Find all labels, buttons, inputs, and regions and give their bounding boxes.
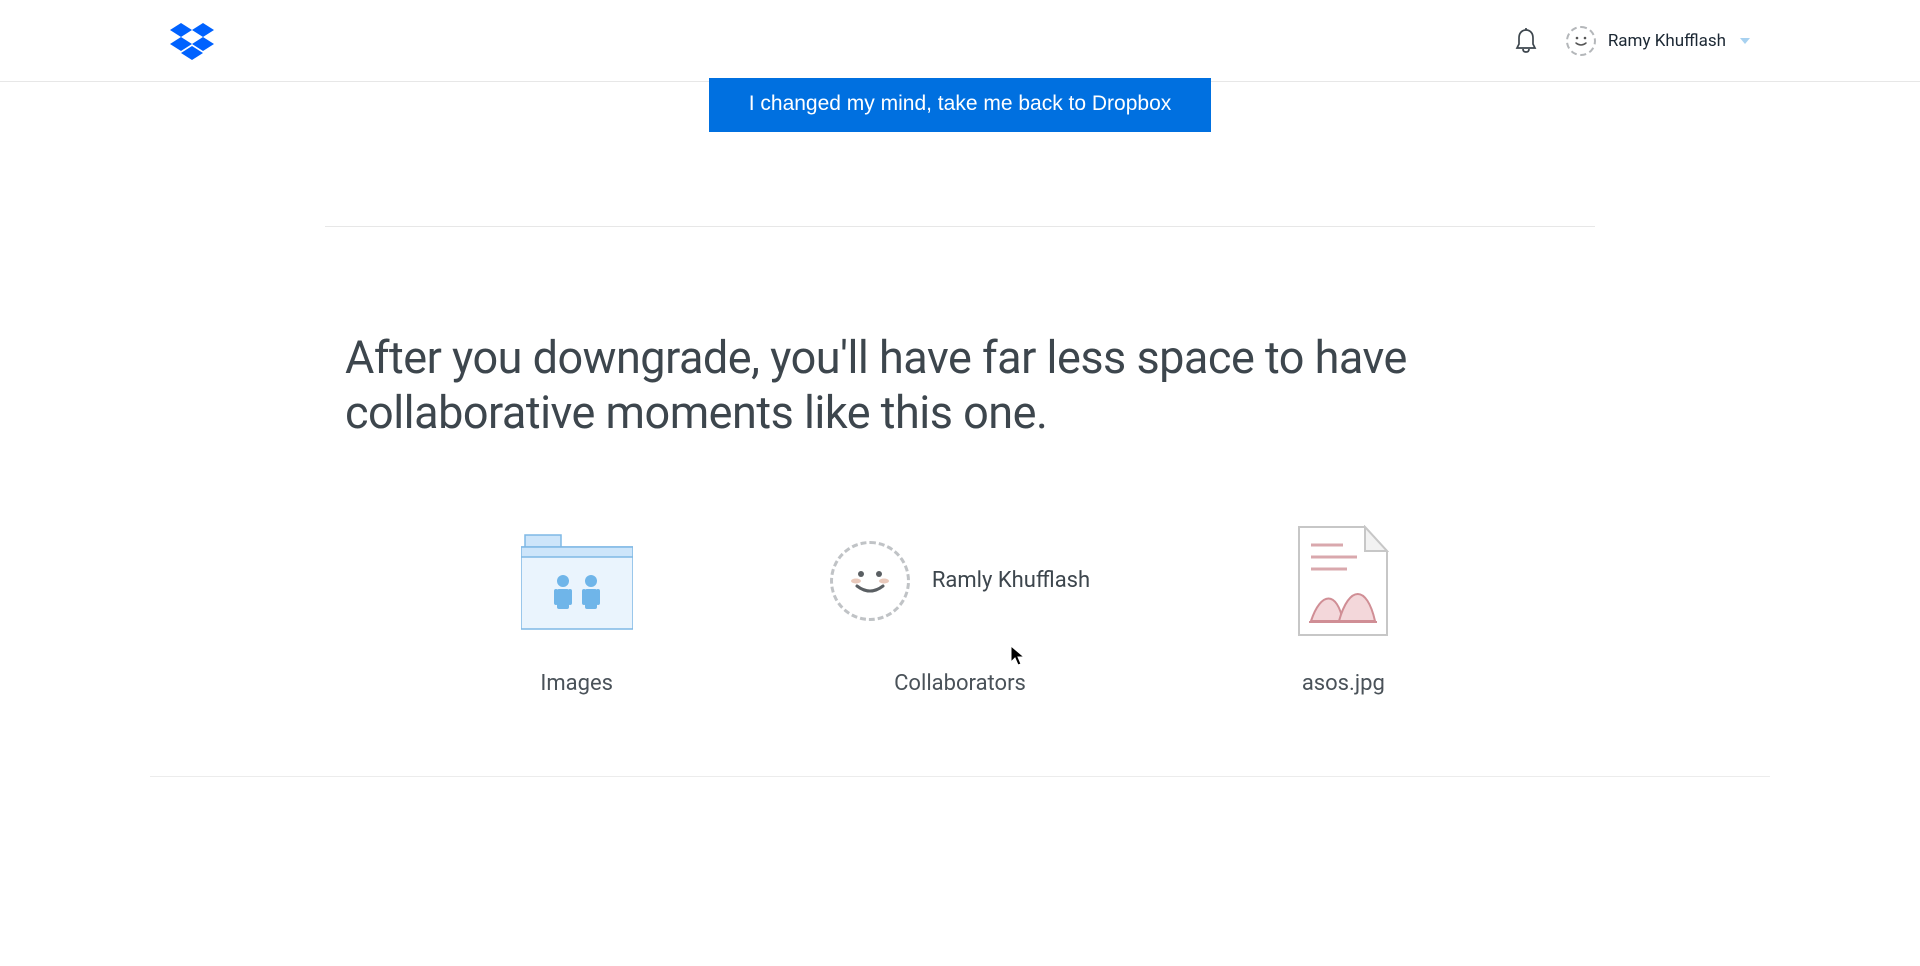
notifications-icon[interactable] (1514, 28, 1538, 54)
folder-label: Images (540, 671, 613, 696)
back-to-dropbox-button[interactable]: I changed my mind, take me back to Dropb… (709, 78, 1212, 132)
collaborator-row: Ramly Khufflash (830, 541, 1090, 621)
collaborators-item: Ramly Khufflash Collaborators (768, 521, 1151, 696)
header-right: Ramy Khufflash (1514, 26, 1750, 56)
user-menu[interactable]: Ramy Khufflash (1566, 26, 1750, 56)
main-content: I changed my mind, take me back to Dropb… (325, 82, 1595, 776)
image-file-icon (1297, 521, 1389, 641)
downgrade-headline: After you downgrade, you'll have far les… (345, 331, 1575, 441)
items-row: Images Ramly Khufflash (345, 521, 1575, 776)
collaborators-label: Collaborators (894, 671, 1026, 696)
app-header: Ramy Khufflash (0, 0, 1920, 82)
collaborator-avatar-icon (830, 541, 910, 621)
bottom-divider (150, 776, 1770, 777)
file-item: asos.jpg (1152, 521, 1535, 696)
cta-row: I changed my mind, take me back to Dropb… (325, 82, 1595, 227)
collaborator-name: Ramly Khufflash (932, 568, 1090, 593)
user-name-label: Ramy Khufflash (1608, 31, 1726, 51)
folder-item: Images (385, 521, 768, 696)
file-label: asos.jpg (1302, 671, 1385, 696)
avatar-icon (1566, 26, 1596, 56)
shared-folder-icon (521, 521, 633, 641)
chevron-down-icon (1740, 38, 1750, 44)
dropbox-logo[interactable] (170, 19, 214, 63)
